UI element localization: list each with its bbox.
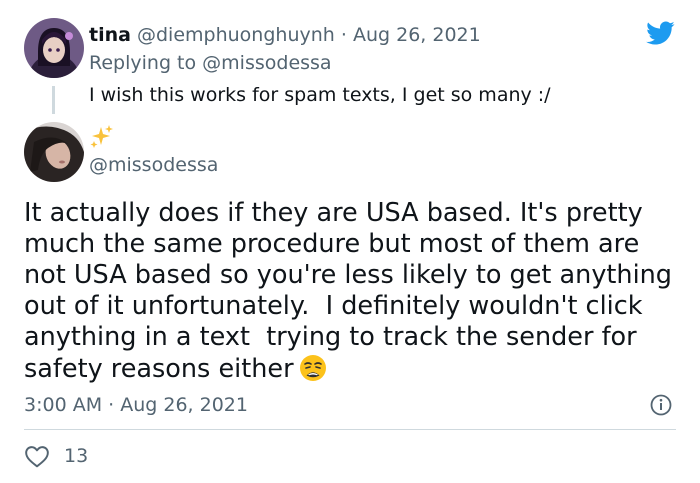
reply-date[interactable]: Aug 26, 2021 bbox=[353, 24, 481, 46]
main-author-avatar[interactable] bbox=[24, 122, 84, 182]
tweet-text-line-last: safety reasons either bbox=[24, 353, 684, 385]
like-count: 13 bbox=[64, 445, 89, 467]
tweet-text-line: much the same procedure but most of them… bbox=[24, 229, 640, 259]
heart-icon[interactable] bbox=[24, 444, 50, 468]
reply-separator: · bbox=[340, 24, 347, 46]
info-icon[interactable] bbox=[649, 393, 673, 417]
reply-author-avatar[interactable] bbox=[24, 18, 84, 78]
sparkles-emoji-name bbox=[89, 124, 115, 150]
replying-to-line: Replying to @missodessa bbox=[89, 50, 332, 76]
divider bbox=[24, 429, 676, 430]
tweet-text-line: out of it unfortunately. I definitely wo… bbox=[24, 291, 643, 321]
tweet-text-line: anything in a text trying to track the s… bbox=[24, 322, 637, 352]
reply-header: tina @diemphuonghuynh · Aug 26, 2021 bbox=[89, 22, 481, 48]
tweet-text-line: It actually does if they are USA based. … bbox=[24, 198, 643, 228]
tweet-text-line: not USA based so you're less likely to g… bbox=[24, 260, 672, 290]
tweet-timestamp[interactable]: 3:00 AM · Aug 26, 2021 bbox=[24, 392, 248, 418]
reply-handle[interactable]: @diemphuonghuynh bbox=[137, 24, 335, 46]
main-tweet-text: It actually does if they are USA based. … bbox=[24, 198, 684, 385]
reply-display-name[interactable]: tina bbox=[89, 24, 131, 46]
reply-tweet-text: I wish this works for spam texts, I get … bbox=[89, 84, 551, 106]
replying-to-label: Replying to bbox=[89, 52, 197, 74]
twitter-bird-icon bbox=[643, 18, 677, 48]
main-handle[interactable]: @missodessa bbox=[89, 152, 218, 178]
thread-connector-line bbox=[52, 86, 55, 114]
weary-face-emoji bbox=[298, 353, 328, 383]
tweet-text-last-words: safety reasons either bbox=[24, 354, 294, 384]
replying-to-mention[interactable]: @missodessa bbox=[202, 52, 331, 74]
